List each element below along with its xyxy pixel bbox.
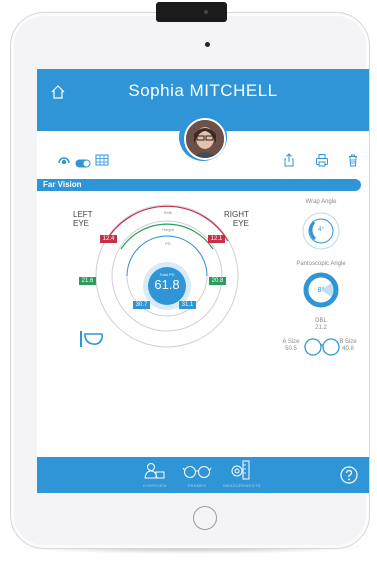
pantoscopic-angle-label: Pantoscopic Angle — [296, 261, 346, 267]
a-size-label: A Size — [282, 339, 300, 345]
ring-label-1: Bxlb — [164, 210, 172, 215]
ring-label-2: Height — [162, 227, 174, 232]
grid-icon[interactable] — [95, 153, 109, 167]
section-title: Far Vision — [43, 180, 82, 189]
avatar[interactable] — [184, 118, 226, 160]
dbl-value: 21.2 — [315, 325, 327, 331]
wrap-angle-label: Wrap Angle — [305, 199, 337, 205]
left-vertex-badge: 30.7 — [133, 301, 150, 309]
dbl-label: DBL — [315, 318, 327, 324]
left-height-badge: 12.4 — [100, 235, 117, 243]
section-bar — [37, 179, 361, 191]
right-vertex-badge: 31.1 — [179, 301, 196, 309]
measurements-icon[interactable] — [230, 460, 252, 480]
left-eye-label-line2: EYE — [73, 219, 90, 228]
total-pd-value: 61.8 — [154, 277, 180, 292]
tab-overview[interactable]: OVERVIEW — [135, 483, 175, 488]
glasses-profile-icon[interactable] — [79, 328, 105, 350]
patient-name: Sophia MITCHELL — [128, 81, 278, 100]
right-pd-badge: 20.8 — [209, 277, 226, 285]
ring-label-3: PD — [165, 241, 171, 246]
a-size-value: 50.5 — [285, 346, 297, 352]
pantoscopic-angle-value: 8° — [317, 287, 325, 294]
glasses-icon[interactable] — [182, 463, 212, 479]
overview-icon[interactable] — [142, 462, 168, 480]
left-pd-badge: 21.6 — [79, 277, 96, 285]
eye-scan-icon[interactable] — [57, 153, 71, 167]
wrap-angle-value: 4° — [318, 227, 324, 233]
share-icon[interactable] — [282, 153, 296, 167]
view-toggle[interactable] — [75, 155, 91, 168]
tab-measurements[interactable]: MEASUREMENTS — [217, 483, 267, 488]
trash-icon[interactable] — [346, 153, 360, 167]
tab-frames[interactable]: FRAMES — [179, 483, 215, 488]
app-screen: Sophia MITCHELL Far Vision LEFT EYE RIGH… — [37, 69, 369, 493]
home-button[interactable] — [193, 506, 217, 530]
stylus-tip — [204, 10, 208, 14]
left-eye-label-line1: LEFT — [73, 210, 93, 219]
help-icon[interactable] — [340, 466, 358, 484]
left-eye-label: LEFT EYE — [73, 210, 93, 228]
frame-glasses-icon — [304, 338, 340, 356]
stylus — [156, 2, 227, 22]
right-height-badge: 12.1 — [208, 235, 225, 243]
print-icon[interactable] — [315, 153, 329, 167]
front-camera — [205, 42, 210, 47]
